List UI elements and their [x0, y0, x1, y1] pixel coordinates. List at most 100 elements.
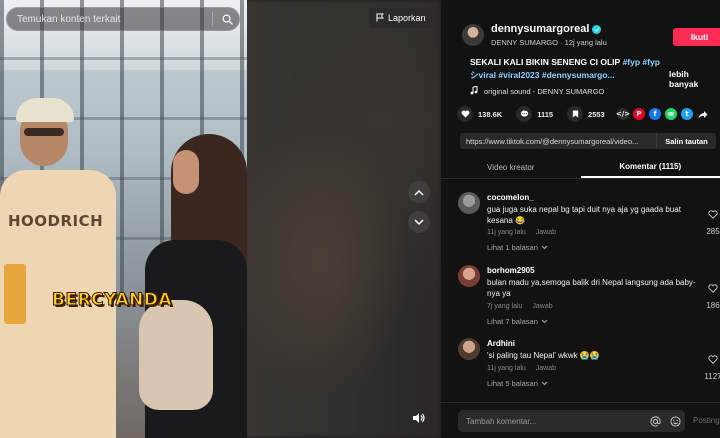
comment-avatar[interactable]	[458, 265, 480, 287]
twitter-icon[interactable]: t	[681, 108, 693, 120]
woman-face	[173, 150, 199, 194]
author-avatar[interactable]	[462, 24, 484, 46]
search-icon[interactable]	[221, 13, 233, 25]
description-text: SEKALI KALI BIKIN SENENG CI OLIP	[470, 57, 621, 67]
share-link-box: https://www.tiktok.com/@dennysumargoreal…	[460, 133, 716, 149]
pinterest-icon[interactable]: P	[633, 108, 645, 120]
video-caption-overlay: BERCYANDA	[52, 290, 172, 311]
sound-label[interactable]: original sound - DENNY SUMARGO	[484, 87, 604, 96]
comment-meta: 11j yang lalu Jawab	[487, 229, 556, 236]
comment-username[interactable]: cocomelon_	[487, 193, 534, 202]
comment-bubble-icon[interactable]	[516, 106, 533, 122]
reply-button[interactable]: Jawab	[532, 303, 552, 310]
panel-tabs: Video kreator Komentar (1115)	[441, 157, 720, 179]
emoji-icon[interactable]	[669, 415, 681, 427]
man-pocket	[4, 264, 26, 324]
comment-text: gua juga suka nepal bg tapi duit nya aja…	[487, 205, 681, 225]
comment-time: 11j yang lalu	[487, 229, 526, 236]
view-replies-label[interactable]: Lihat 7 balasan	[487, 317, 538, 326]
heart-outline-icon[interactable]	[708, 351, 718, 369]
comment-username[interactable]: borhom2905	[487, 266, 535, 275]
comment-like[interactable]: 1127	[703, 351, 720, 381]
verified-badge-icon	[592, 24, 602, 34]
video-description: SEKALI KALI BIKIN SENENG CI OLIP #fyp #f…	[470, 56, 660, 81]
post-time: 12j yang lalu	[564, 38, 607, 47]
comment-like-count: 285	[706, 227, 720, 236]
comment-time: 11j yang lalu	[487, 365, 526, 372]
comment-bar: Posting	[441, 402, 720, 438]
comment-like[interactable]: 186	[703, 280, 720, 310]
tab-creator-videos[interactable]: Video kreator	[441, 157, 581, 178]
facebook-icon[interactable]: f	[649, 108, 661, 120]
speaker-icon	[412, 411, 426, 429]
embed-icon[interactable]: </>	[616, 108, 630, 120]
mention-icon[interactable]	[649, 415, 661, 427]
man-glasses	[24, 128, 64, 136]
video-info-card: dennysumargoreal DENNY SUMARGO · 12j yan…	[451, 8, 720, 98]
comment-avatar[interactable]	[458, 338, 480, 360]
comment-meta: 7j yang lalu Jawab	[487, 303, 553, 310]
reply-button[interactable]: Jawab	[536, 365, 556, 372]
previous-video-button[interactable]	[408, 181, 430, 203]
copy-link-button[interactable]: Salin tautan	[656, 133, 716, 149]
author-username-row[interactable]: dennysumargoreal	[491, 23, 602, 35]
video-frame[interactable]: HOODRICH BERCYANDA	[0, 0, 247, 438]
save-action[interactable]: 2553	[567, 106, 605, 122]
post-comment-button[interactable]: Posting	[693, 416, 720, 425]
comment-text: 'si paling tau Nepal' wkwk 😭😭	[487, 351, 600, 360]
follow-button[interactable]: Ikuti	[673, 28, 720, 46]
report-button[interactable]: Laporkan	[369, 8, 433, 28]
see-more-link[interactable]: lebih banyak	[669, 69, 719, 89]
comment-action[interactable]: 1115	[516, 106, 553, 122]
author-username[interactable]: dennysumargoreal	[491, 23, 589, 35]
flag-icon	[376, 13, 384, 24]
tab-comments[interactable]: Komentar (1115)	[580, 157, 720, 178]
like-action[interactable]: 138.6K	[457, 106, 502, 122]
heart-icon[interactable]	[457, 106, 473, 122]
music-note-icon	[470, 85, 478, 97]
hashtag[interactable]: #fyp	[623, 57, 640, 67]
search-divider	[212, 12, 213, 26]
chevron-down-icon	[541, 317, 548, 326]
comment-like-count: 1127	[704, 372, 720, 381]
chevron-down-icon	[541, 243, 548, 252]
next-video-button[interactable]	[408, 211, 430, 233]
heart-outline-icon[interactable]	[708, 206, 718, 224]
search-input[interactable]	[17, 13, 204, 25]
man-cap	[16, 98, 74, 122]
sound-row[interactable]: original sound - DENNY SUMARGO	[470, 85, 604, 97]
sweater-text: HOODRICH	[8, 212, 104, 230]
comment-avatar[interactable]	[458, 192, 480, 214]
volume-button[interactable]	[410, 412, 428, 428]
whatsapp-icon[interactable]: w	[665, 108, 677, 120]
view-replies-label[interactable]: Lihat 1 balasan	[487, 243, 538, 252]
heart-outline-icon[interactable]	[708, 280, 718, 298]
hashtag[interactable]: #viral2023	[498, 70, 539, 80]
share-arrow-icon[interactable]	[697, 108, 709, 120]
search-bar[interactable]	[6, 7, 240, 31]
chevron-down-icon	[541, 379, 548, 388]
report-label: Laporkan	[388, 13, 426, 23]
comment-like[interactable]: 285	[703, 206, 720, 236]
like-count: 138.6K	[478, 109, 503, 119]
comment-meta: 11j yang lalu Jawab	[487, 365, 556, 372]
video-area[interactable]: HOODRICH BERCYANDA Laporkan	[0, 0, 441, 438]
view-replies-label[interactable]: Lihat 5 balasan	[487, 379, 538, 388]
reply-button[interactable]: Jawab	[536, 229, 556, 236]
view-replies-button[interactable]: Lihat 5 balasan	[487, 379, 548, 388]
author-subline: DENNY SUMARGO · 12j yang lalu	[491, 38, 607, 47]
comment-time: 7j yang lalu	[487, 303, 523, 310]
share-link-url[interactable]: https://www.tiktok.com/@dennysumargoreal…	[460, 137, 656, 146]
comment-input[interactable]	[466, 416, 641, 426]
comment-list: cocomelon_ gua juga suka nepal bg tapi d…	[441, 186, 720, 404]
view-replies-button[interactable]: Lihat 1 balasan	[487, 243, 548, 252]
bookmark-icon[interactable]	[567, 106, 584, 122]
author-display-name: DENNY SUMARGO	[491, 38, 558, 47]
hashtag[interactable]: #dennysumargo...	[542, 70, 615, 80]
comment-username[interactable]: Ardhini	[487, 339, 515, 348]
save-count: 2553	[588, 109, 605, 119]
view-replies-button[interactable]: Lihat 7 balasan	[487, 317, 548, 326]
comment-count: 1115	[537, 109, 554, 119]
comment-input-wrapper[interactable]	[458, 410, 685, 432]
comment-like-count: 186	[706, 301, 720, 310]
